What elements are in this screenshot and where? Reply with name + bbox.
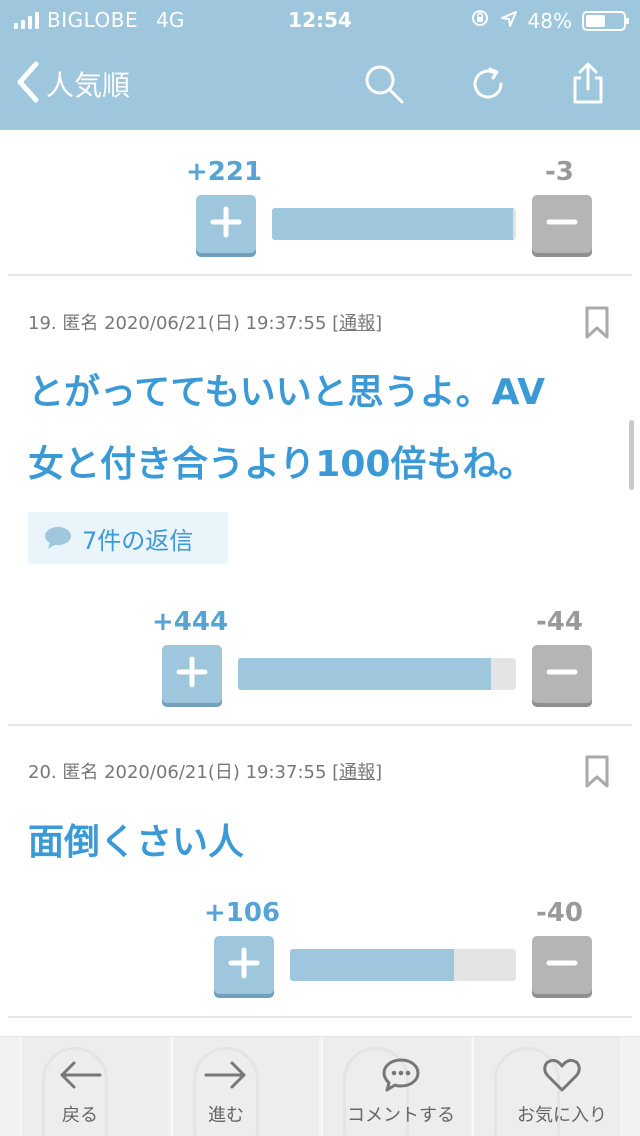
bookmark-button[interactable] [584, 755, 610, 789]
comment-meta: 20. 匿名 2020/06/21(日) 19:37:55 [通報] [28, 758, 382, 784]
battery-percent: 48% [527, 8, 572, 33]
comment-body-line: とがっててもいいと思うよ。AV [28, 372, 545, 413]
plus-count: +221 [186, 157, 263, 187]
refresh-icon [468, 64, 508, 108]
vote-row: +221 -3 [0, 155, 640, 253]
share-icon [568, 62, 608, 110]
minus-button[interactable] [532, 195, 592, 253]
plus-count: +444 [152, 607, 229, 637]
speech-bubble-icon [44, 526, 72, 550]
replies-label: 7件の返信 [82, 526, 194, 555]
back-button[interactable]: 人気順 [14, 60, 131, 108]
forward-nav-label: 進む [208, 1105, 244, 1126]
plus-button[interactable] [196, 195, 256, 253]
vote-ratio-bar [290, 949, 516, 981]
bottom-toolbar: 戻る 進む コメントする お気に入り [0, 1036, 640, 1136]
back-nav-button[interactable]: 戻る [40, 1037, 120, 1136]
comment-body: とがっててもいいと思うよ。AV 女と付き合うより100倍もね。 [28, 357, 610, 501]
comment-label: コメントする [347, 1105, 455, 1126]
vote-ratio-bar [272, 208, 516, 240]
heart-icon [542, 1045, 582, 1105]
search-icon [362, 62, 406, 110]
arrow-right-icon [204, 1045, 248, 1105]
minus-button[interactable] [532, 936, 592, 994]
refresh-button[interactable] [464, 62, 512, 110]
replies-button[interactable]: 7件の返信 [28, 512, 228, 564]
plus-icon [228, 947, 260, 983]
forward-nav-button[interactable]: 進む [186, 1037, 266, 1136]
vote-ratio-fill [238, 658, 491, 690]
report-link[interactable]: [通報] [332, 313, 382, 334]
report-link[interactable]: [通報] [332, 762, 382, 783]
bookmark-button[interactable] [584, 306, 610, 340]
favorite-label: お気に入り [517, 1105, 607, 1126]
status-right: 48% [470, 8, 629, 33]
comment-button[interactable]: コメントする [334, 1037, 468, 1136]
battery-icon [582, 10, 629, 31]
nav-bar: 人気順 [0, 40, 640, 130]
divider [8, 724, 632, 726]
status-bar: BIGLOBE 4G 12:54 48% [0, 0, 640, 40]
chevron-left-icon [14, 60, 40, 108]
vote-ratio-fill [272, 208, 513, 240]
search-button[interactable] [360, 62, 408, 110]
comment-list: +221 -3 19. 匿名 2020/06/21(日) 19:37:55 [通… [0, 130, 640, 1036]
comment-bubble-icon [381, 1045, 421, 1105]
favorite-button[interactable]: お気に入り [504, 1037, 620, 1136]
minus-icon [546, 656, 578, 692]
comment-body-line: 面倒くさい人 [28, 822, 245, 863]
divider [8, 274, 632, 276]
minus-count: -44 [536, 607, 583, 637]
plus-icon [176, 656, 208, 692]
page-title: 人気順 [46, 69, 131, 102]
plus-button[interactable] [162, 645, 222, 703]
share-button[interactable] [564, 62, 612, 110]
minus-icon [546, 947, 578, 983]
vote-row: +444 -44 [0, 605, 640, 703]
vote-ratio-bar [238, 658, 516, 690]
comment-body: 面倒くさい人 [28, 807, 610, 879]
bookmark-icon [584, 306, 610, 344]
comment-meta-text: 20. 匿名 2020/06/21(日) 19:37:55 [28, 762, 333, 783]
minus-count: -40 [536, 898, 583, 928]
orientation-lock-icon [470, 8, 490, 33]
location-arrow-icon [500, 9, 518, 33]
bookmark-icon [584, 755, 610, 793]
vote-ratio-fill [290, 949, 455, 981]
minus-count: -3 [545, 157, 574, 187]
scrollbar[interactable] [629, 420, 634, 490]
plus-icon [210, 206, 242, 242]
minus-icon [546, 206, 578, 242]
arrow-left-icon [58, 1045, 102, 1105]
vote-row: +106 -40 [0, 896, 640, 994]
comment-meta: 19. 匿名 2020/06/21(日) 19:37:55 [通報] [28, 309, 382, 335]
plus-count: +106 [204, 898, 281, 928]
comment-body-line: 女と付き合うより100倍もね。 [28, 444, 535, 485]
comment-meta-text: 19. 匿名 2020/06/21(日) 19:37:55 [28, 313, 333, 334]
plus-button[interactable] [214, 936, 274, 994]
minus-button[interactable] [532, 645, 592, 703]
divider [8, 1016, 632, 1018]
back-nav-label: 戻る [62, 1105, 98, 1126]
